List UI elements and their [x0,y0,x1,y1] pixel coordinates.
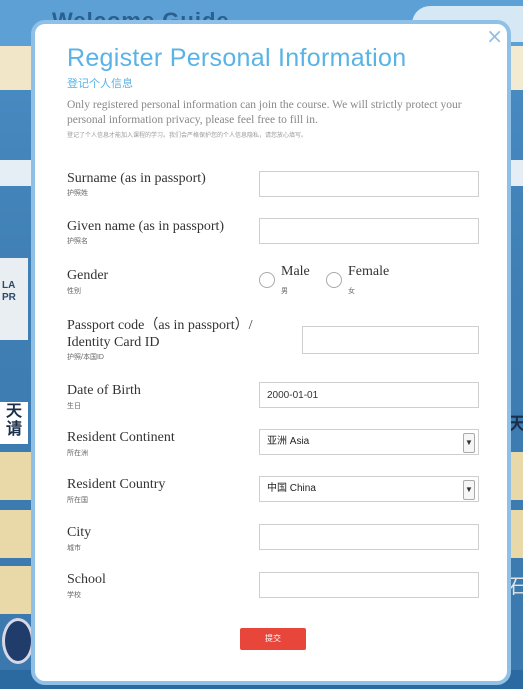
passport-label: Passport code（as in passport）/ Identity … [67,318,253,350]
dob-input[interactable] [259,382,479,408]
gender-label: Gender [67,268,109,283]
submit-button[interactable]: 提交 [240,628,306,650]
background-left-tab [0,160,34,186]
country-label: Resident Country [67,477,166,492]
passport-label-cn: 护照/本国ID [67,354,104,361]
background-seal [2,618,34,664]
school-label: School [67,572,106,587]
country-label-cn: 所在国 [67,497,88,504]
intro-text: Only registered personal information can… [67,99,462,126]
dob-label-cn: 生日 [67,403,81,410]
chevron-down-icon: ▼ [463,480,475,500]
city-input[interactable] [259,524,479,550]
given-name-label: Given name (as in passport) [67,219,225,234]
gender-label-cn: 性别 [67,288,81,295]
passport-input[interactable] [302,326,479,354]
background-badge: LA PR [0,258,28,340]
country-select-value: 中国 China [267,483,316,494]
given-name-input[interactable] [259,218,479,244]
modal-title: Register Personal Information [67,44,407,72]
surname-input[interactable] [259,171,479,197]
surname-label: Surname (as in passport) [67,171,206,186]
background-left-tab [0,566,34,614]
background-left-tab [0,510,34,558]
close-icon[interactable]: × [486,26,503,46]
school-input[interactable] [259,572,479,598]
modal-subtitle: 登记个人信息 [67,78,133,90]
continent-select[interactable]: 亚洲 Asia ▼ [259,429,479,455]
intro-text-cn: 登记了个人信息才能加入课程的学习。我们会严格保护您的个人信息隐私，请您放心填写。 [67,133,308,139]
continent-select-value: 亚洲 Asia [267,436,310,447]
gender-male-radio[interactable] [259,272,275,288]
background-left-tab [0,452,34,500]
school-label-cn: 学校 [67,592,81,599]
chevron-down-icon: ▼ [463,433,475,453]
gender-female-label-cn: 女 [348,288,355,295]
city-label: City [67,525,92,540]
background-left-char: 天 请 [0,402,28,444]
gender-male-label-cn: 男 [281,288,288,295]
dob-label: Date of Birth [67,383,141,398]
gender-male-label: Male [281,264,310,279]
surname-label-cn: 护照姓 [67,190,88,197]
city-label-cn: 城市 [67,545,81,552]
gender-female-radio[interactable] [326,272,342,288]
gender-female-label: Female [348,264,390,279]
country-select[interactable]: 中国 China ▼ [259,476,479,502]
given-name-label-cn: 护照名 [67,238,88,245]
register-modal: × Register Personal Information 登记个人信息 O… [31,20,511,685]
background-left-tab [0,46,34,90]
continent-label-cn: 所在洲 [67,450,88,457]
continent-label: Resident Continent [67,430,175,445]
